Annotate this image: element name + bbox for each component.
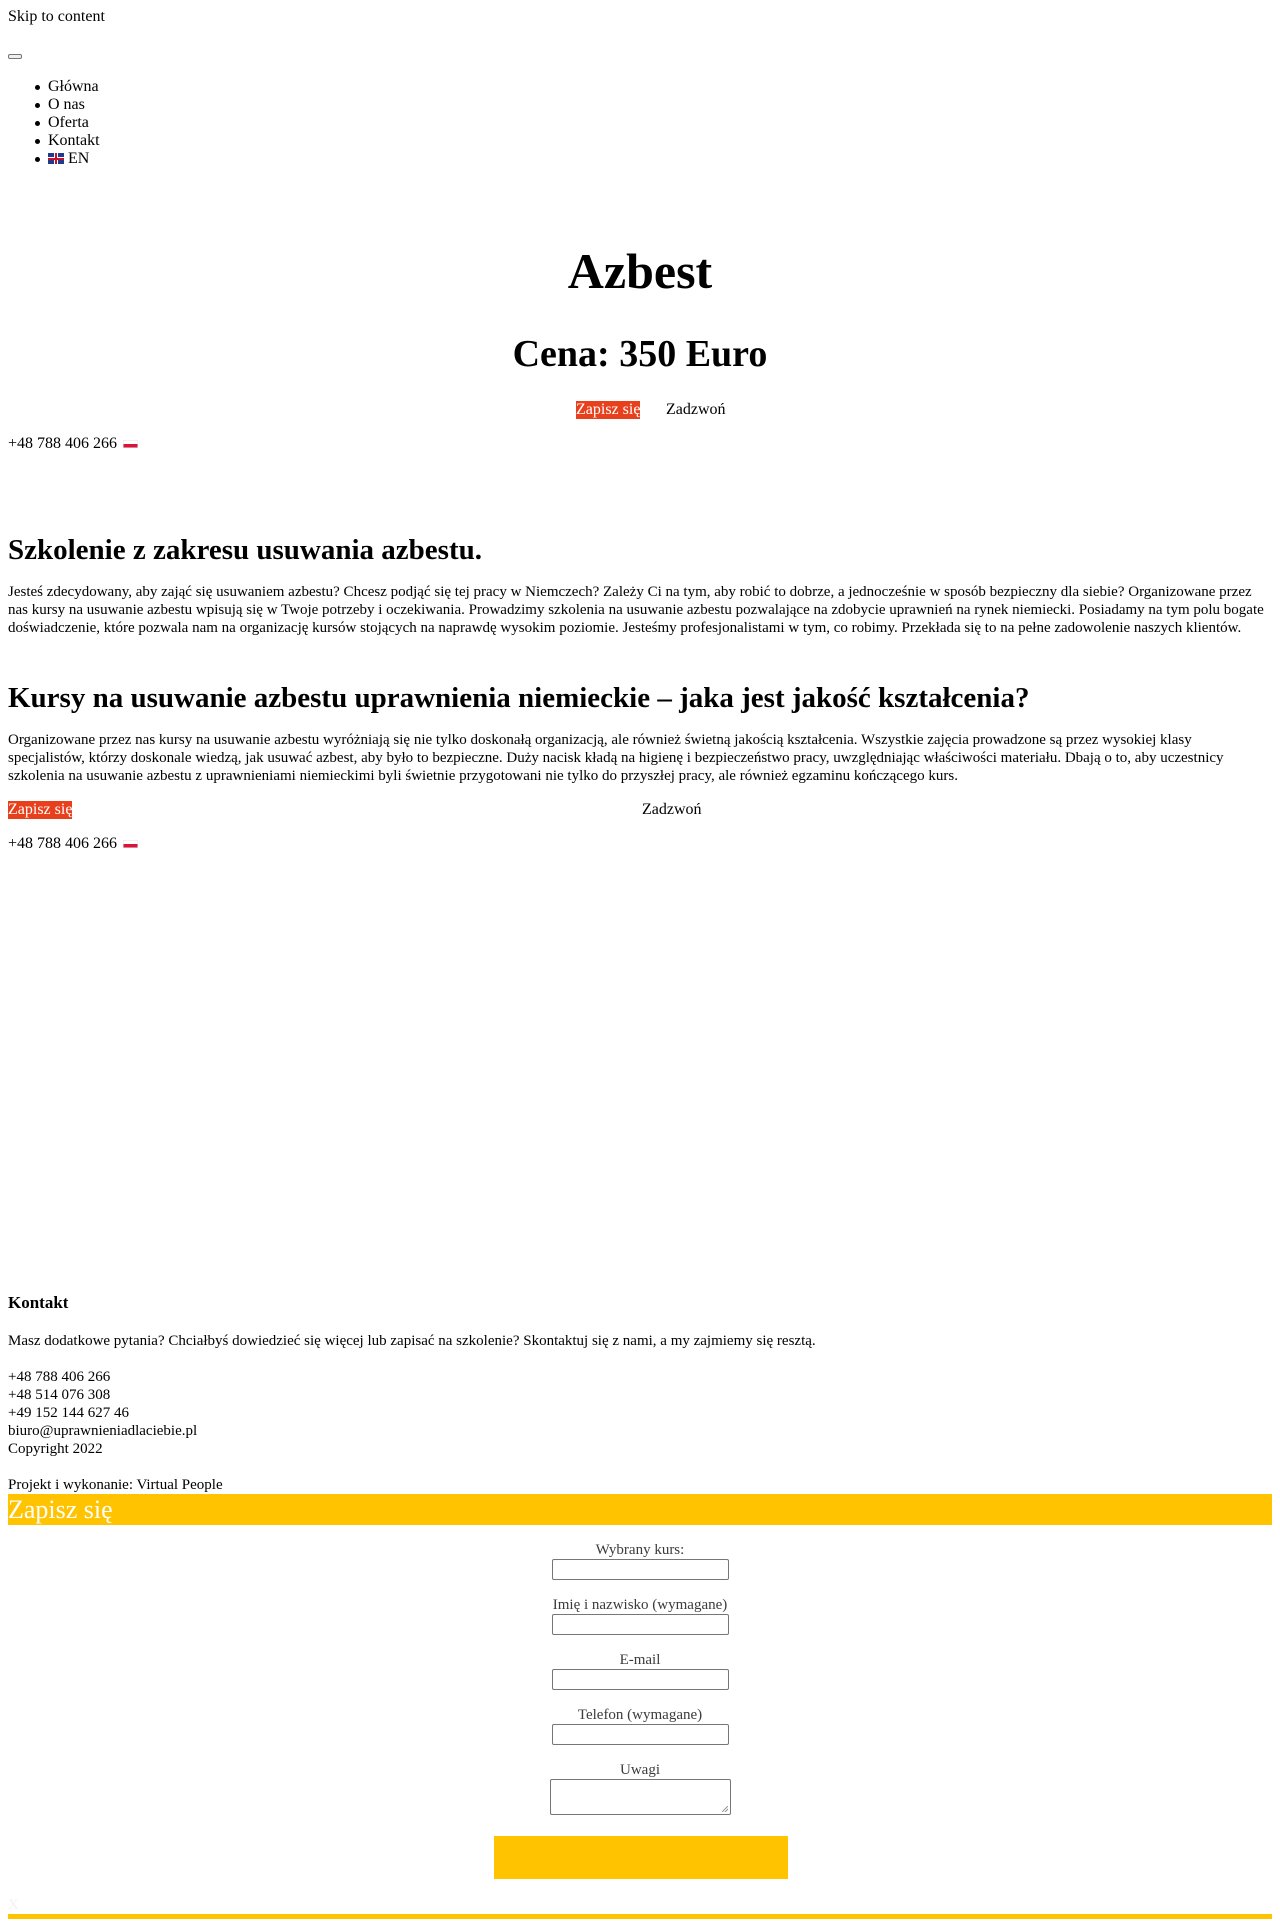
section-heading-training: Szkolenie z zakresu usuwania azbestu. xyxy=(8,534,482,566)
credits-text: Projekt i wykonanie: Virtual People xyxy=(8,1477,223,1493)
notes-textarea[interactable] xyxy=(549,1779,731,1815)
main-navigation: Główna O nas Oferta Kontakt EN xyxy=(35,78,100,168)
modal-bottom-bar xyxy=(8,1914,1272,1919)
form-field-notes: Uwagi xyxy=(0,1761,1280,1815)
submit-button[interactable] xyxy=(494,1836,788,1879)
price-heading: Cena: 350 Euro xyxy=(512,333,768,375)
page-title: Azbest xyxy=(567,243,713,299)
phone-number-2[interactable]: +48 788 406 266 xyxy=(8,835,139,853)
nav-item-label: Główna xyxy=(48,78,99,95)
contact-phone-3[interactable]: +49 152 144 627 46 xyxy=(8,1404,197,1422)
call-button[interactable]: Zadzwoń xyxy=(666,401,726,419)
email-input[interactable] xyxy=(551,1669,729,1690)
form-field-phone: Telefon (wymagane) xyxy=(0,1706,1280,1745)
phone-label: Telefon (wymagane) xyxy=(577,1707,703,1723)
copyright-text: Copyright 2022 xyxy=(8,1441,103,1457)
nav-item-oferta[interactable]: Oferta xyxy=(35,114,100,132)
form-field-email: E-mail xyxy=(0,1651,1280,1690)
signup-modal-header: Zapisz się xyxy=(8,1494,1272,1525)
form-field-name: Imię i nazwisko (wymagane) xyxy=(0,1596,1280,1635)
call-button-2[interactable]: Zadzwoń xyxy=(642,801,702,819)
close-modal-button[interactable]: X xyxy=(8,1896,19,1914)
form-field-course: Wybrany kurs: xyxy=(0,1541,1280,1580)
signup-button-2[interactable]: Zapisz się xyxy=(8,801,73,819)
course-input[interactable] xyxy=(551,1559,729,1580)
nav-item-label: Kontakt xyxy=(48,132,100,149)
section-text-training: Jesteś zdecydowany, aby zająć się usuwan… xyxy=(8,584,1264,636)
nav-item-o-nas[interactable]: O nas xyxy=(35,96,100,114)
phone-number-text: +48 788 406 266 xyxy=(8,435,118,452)
menu-toggle-button[interactable] xyxy=(8,54,22,59)
nav-item-glowna[interactable]: Główna xyxy=(35,78,100,96)
contact-text: Masz dodatkowe pytania? Chciałbyś dowied… xyxy=(8,1333,816,1349)
poland-flag-icon xyxy=(123,840,139,848)
course-label: Wybrany kurs: xyxy=(595,1542,685,1558)
notes-label: Uwagi xyxy=(620,1762,660,1778)
poland-flag-icon xyxy=(123,440,139,448)
nav-item-language-en[interactable]: EN xyxy=(35,150,100,168)
signup-button[interactable]: Zapisz się xyxy=(576,401,641,419)
resize-grip-icon[interactable] xyxy=(721,1806,728,1812)
skip-to-content-link[interactable]: Skip to content xyxy=(8,8,105,26)
name-label: Imię i nazwisko (wymagane) xyxy=(552,1597,728,1613)
modal-title: Zapisz się xyxy=(8,1495,113,1524)
contact-phone-2[interactable]: +48 514 076 308 xyxy=(8,1386,197,1404)
contact-phone-1[interactable]: +48 788 406 266 xyxy=(8,1368,197,1386)
phone-input[interactable] xyxy=(551,1724,729,1745)
nav-item-label: Oferta xyxy=(48,114,89,131)
section-text-quality: Organizowane przez nas kursy na usuwanie… xyxy=(8,732,1224,784)
phone-number[interactable]: +48 788 406 266 xyxy=(8,435,139,453)
contact-details: +48 788 406 266 +48 514 076 308 +49 152 … xyxy=(8,1368,197,1458)
language-label: EN xyxy=(68,150,90,167)
contact-heading: Kontakt xyxy=(8,1293,69,1312)
nav-item-label: O nas xyxy=(48,96,85,113)
nav-item-kontakt[interactable]: Kontakt xyxy=(35,132,100,150)
section-heading-quality: Kursy na usuwanie azbestu uprawnienia ni… xyxy=(8,682,1030,714)
phone-number-text: +48 788 406 266 xyxy=(8,835,118,852)
email-label: E-mail xyxy=(619,1652,661,1668)
name-input[interactable] xyxy=(551,1614,729,1635)
uk-flag-icon xyxy=(48,153,64,164)
contact-email[interactable]: biuro@uprawnieniadlaciebie.pl xyxy=(8,1422,197,1440)
